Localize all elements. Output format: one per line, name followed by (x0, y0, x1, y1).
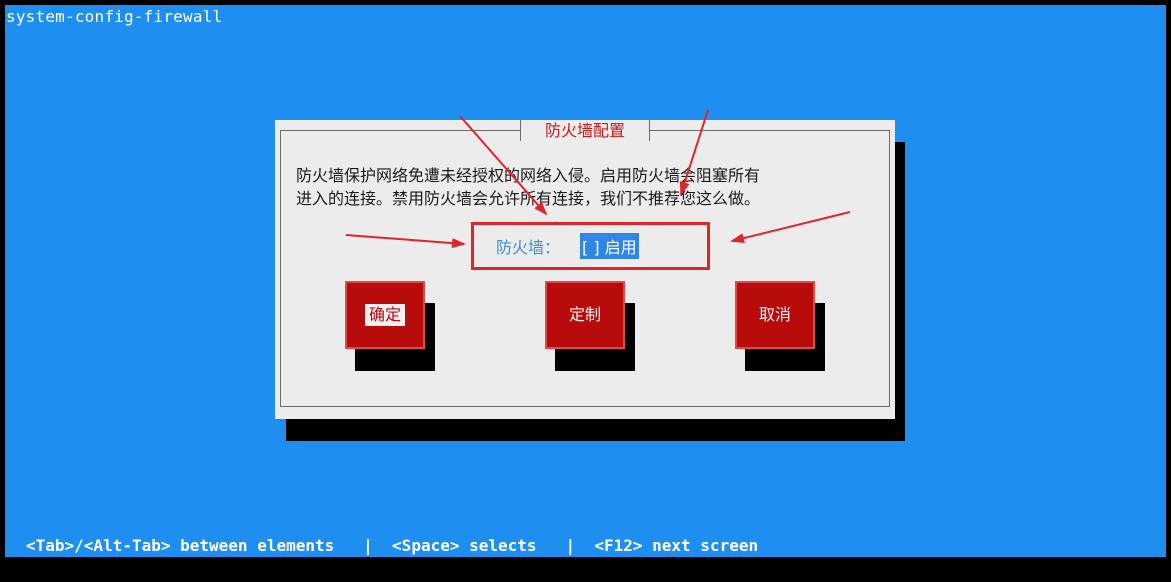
cancel-button-group: 取消 (735, 281, 827, 371)
description-line-1: 防火墙保护网络免遭未经授权的网络入侵。启用防火墙会阻塞所有 (296, 166, 761, 185)
description-line-2: 进入的连接。禁用防火墙会允许所有连接，我们不推荐您这么做。 (296, 189, 761, 208)
annotation-highlight-box (471, 222, 710, 270)
dialog-title: 防火墙配置 (520, 120, 650, 142)
ok-button-group: 确定 (345, 281, 437, 371)
customize-button-label: 定制 (568, 305, 601, 324)
cancel-button[interactable]: 取消 (735, 281, 815, 349)
ok-button-label: 确定 (364, 304, 405, 326)
app-title: system-config-firewall (6, 7, 223, 26)
ok-button[interactable]: 确定 (345, 281, 425, 349)
customize-button[interactable]: 定制 (545, 281, 625, 349)
terminal-window: system-config-firewall 防火墙配置 防火墙保护网络免遭未经… (0, 0, 1171, 582)
cancel-button-label: 取消 (758, 305, 791, 324)
customize-button-group: 定制 (545, 281, 637, 371)
dialog-description: 防火墙保护网络免遭未经授权的网络入侵。启用防火墙会阻塞所有 进入的连接。禁用防火… (296, 164, 760, 210)
status-bar: <Tab>/<Alt-Tab> between elements | <Spac… (26, 536, 759, 555)
